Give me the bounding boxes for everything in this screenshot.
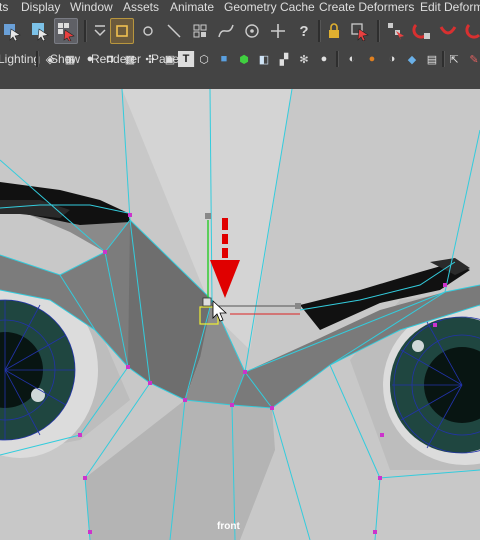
sphere-icon[interactable]: ● xyxy=(316,51,332,67)
constraint-icon[interactable] xyxy=(384,18,408,44)
target-icon[interactable] xyxy=(240,18,264,44)
menu-item-animate[interactable]: Animate xyxy=(170,0,214,15)
select-icon[interactable] xyxy=(0,18,24,44)
panel-toolbar: Lighting Show Renderer Panels ◈ ▦ ● ◘ ▩ … xyxy=(0,49,480,70)
menu-item-geometry-cache[interactable]: Geometry Cache xyxy=(224,0,315,15)
manipulator-x-handle[interactable] xyxy=(295,303,301,309)
curve-magnet-icon[interactable] xyxy=(436,18,460,44)
manipulator-y-handle[interactable] xyxy=(205,213,211,219)
display-icon[interactable]: ▤ xyxy=(424,51,440,67)
viewport-front[interactable]: front xyxy=(0,89,480,540)
camera-icon[interactable]: ◆ xyxy=(404,51,420,67)
pencil-icon[interactable]: ✎ xyxy=(466,51,480,67)
face-mesh xyxy=(0,89,480,540)
help-icon[interactable]: ? xyxy=(292,18,316,44)
toolbar-separator xyxy=(36,51,39,67)
select-camera-icon[interactable]: ⇱ xyxy=(446,51,462,67)
shaded-icon[interactable]: ● xyxy=(82,51,98,67)
menu-item-assets[interactable]: Assets xyxy=(123,0,159,15)
half-sphere-icon[interactable]: ◑ xyxy=(384,51,400,67)
xray-icon[interactable]: ▩ xyxy=(122,51,138,67)
menu-item-display[interactable]: Display xyxy=(21,0,60,15)
snow-icon[interactable]: ✻ xyxy=(296,51,312,67)
menu-item-edit-deformers[interactable]: Edit Deforme xyxy=(420,0,480,15)
toolbar-separator xyxy=(84,20,87,42)
cube-textured-icon[interactable]: ◧ xyxy=(256,51,272,67)
square-icon[interactable] xyxy=(110,18,134,44)
grid-icon[interactable] xyxy=(188,18,212,44)
image-plane-icon[interactable]: ▣ xyxy=(162,51,178,67)
lock-icon[interactable] xyxy=(322,18,346,44)
paint-select-icon[interactable] xyxy=(54,18,78,44)
cube-shaded-icon[interactable]: ■ xyxy=(216,51,232,67)
camera-label: front xyxy=(217,521,240,532)
toolbar-separator xyxy=(318,20,321,42)
circle-icon[interactable] xyxy=(136,18,160,44)
lasso-icon[interactable] xyxy=(28,18,52,44)
move-icon[interactable] xyxy=(266,18,290,44)
menu-item-tools[interactable]: ts xyxy=(0,0,8,15)
text-icon[interactable]: T xyxy=(178,51,194,67)
isolate-icon[interactable]: ⬢ xyxy=(236,51,252,67)
curve-icon[interactable] xyxy=(214,18,238,44)
textured-icon[interactable]: ◘ xyxy=(102,51,118,67)
snap-toggle-icon[interactable] xyxy=(88,18,112,44)
panel-toolbar-lower xyxy=(0,70,480,89)
material-icon[interactable]: ● xyxy=(364,51,380,67)
shadow-icon[interactable]: ◐ xyxy=(344,51,360,67)
panel-menu-lighting[interactable]: Lighting xyxy=(0,49,40,70)
maya-window: ts Display Window Assets Animate Geometr… xyxy=(0,0,480,540)
main-menu-bar: ts Display Window Assets Animate Geometr… xyxy=(0,0,480,15)
toolbar-separator xyxy=(442,51,445,67)
left-eye-highlight xyxy=(31,388,45,402)
checker-icon[interactable]: ▞ xyxy=(276,51,292,67)
wireframe-icon[interactable]: ◈ xyxy=(42,51,58,67)
lights-icon[interactable]: ✣ xyxy=(142,51,158,67)
right-eye-highlight xyxy=(412,340,424,352)
selected-vertex[interactable] xyxy=(202,297,212,307)
toolbar-separator xyxy=(336,51,339,67)
main-toolbar: ? xyxy=(0,15,480,49)
cube-wire-icon[interactable]: ⬡ xyxy=(196,51,212,67)
menu-item-window[interactable]: Window xyxy=(70,0,113,15)
line-icon[interactable] xyxy=(162,18,186,44)
toolbar-separator xyxy=(377,20,380,42)
grid-display-icon[interactable]: ▦ xyxy=(62,51,78,67)
select-mode-icon[interactable] xyxy=(348,18,372,44)
menu-item-create-deformers[interactable]: Create Deformers xyxy=(319,0,414,15)
magnet-icon[interactable] xyxy=(410,18,434,44)
point-magnet-icon[interactable] xyxy=(462,18,480,44)
